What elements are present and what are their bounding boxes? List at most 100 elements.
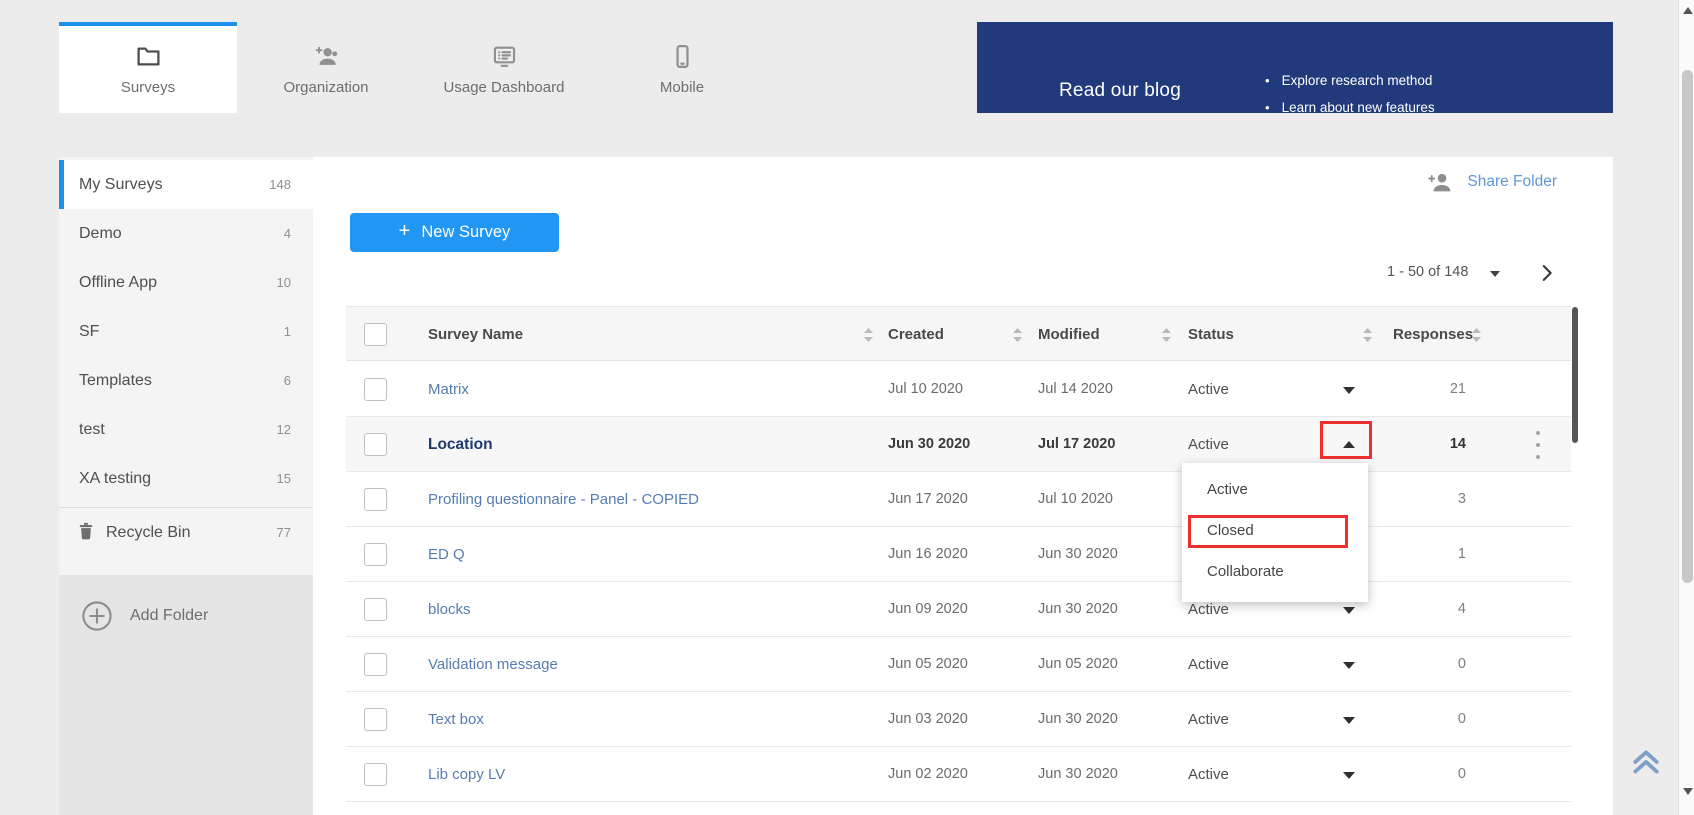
folder-count: 6 bbox=[284, 356, 291, 405]
survey-name-link[interactable]: Location bbox=[428, 417, 493, 472]
table-header-row: Survey Name Created Modified Status Resp… bbox=[346, 306, 1571, 361]
survey-name-link[interactable]: Lib copy LV bbox=[428, 747, 505, 802]
scroll-to-top-button[interactable] bbox=[1628, 740, 1664, 776]
add-folder-button[interactable]: Add Folder bbox=[59, 587, 313, 645]
sidebar-item-test[interactable]: test12 bbox=[59, 405, 313, 454]
row-checkbox[interactable] bbox=[364, 653, 387, 676]
page-scrollbar-thumb[interactable] bbox=[1682, 70, 1693, 583]
table-row-validation-message: Validation messageJun 05 2020Jun 05 2020… bbox=[346, 637, 1571, 692]
sidebar-item-xa-testing[interactable]: XA testing 15 bbox=[59, 454, 313, 503]
tab-usage-dashboard[interactable]: Usage Dashboard bbox=[415, 22, 593, 113]
recycle-bin-count: 77 bbox=[277, 509, 291, 556]
modified-date: Jul 14 2020 bbox=[1038, 362, 1113, 417]
created-date: Jun 17 2020 bbox=[888, 472, 968, 527]
folder-label: SF bbox=[79, 307, 99, 356]
survey-name-link[interactable]: ED Q bbox=[428, 527, 465, 582]
scrollbar-down-arrow-icon[interactable] bbox=[1683, 788, 1693, 795]
folder-count: 15 bbox=[277, 454, 291, 503]
status-value: Active bbox=[1188, 747, 1229, 802]
page-scrollbar[interactable] bbox=[1678, 0, 1694, 815]
sidebar-item-demo[interactable]: Demo 4 bbox=[59, 209, 313, 258]
table-row-lib-copy-lv: Lib copy LVJun 02 2020Jun 30 2020Active0 bbox=[346, 747, 1571, 802]
sort-icon[interactable] bbox=[1162, 328, 1171, 342]
row-checkbox[interactable] bbox=[364, 488, 387, 511]
tab-label: Surveys bbox=[121, 79, 175, 96]
sidebar-folder-list: My Surveys 148 Demo 4Offline App10SF 1Templa… bbox=[59, 160, 313, 503]
folder-label: My Surveys bbox=[79, 160, 163, 209]
survey-name-link[interactable]: Matrix bbox=[428, 362, 469, 417]
folder-count: 148 bbox=[269, 160, 291, 209]
sidebar-item-sf[interactable]: SF 1 bbox=[59, 307, 313, 356]
survey-name-link[interactable]: blocks bbox=[428, 582, 471, 637]
folder-label: XA testing bbox=[79, 454, 151, 503]
banner-bullet: Explore research method bbox=[1265, 67, 1435, 94]
row-checkbox[interactable] bbox=[364, 708, 387, 731]
responses-count: 0 bbox=[1346, 747, 1466, 802]
row-checkbox[interactable] bbox=[364, 378, 387, 401]
table-row-profiling-questionnaire-panel-copied: Profiling questionnaire - Panel - COPIED… bbox=[346, 472, 1571, 527]
blog-banner[interactable]: Read our blog Explore research method Le… bbox=[977, 22, 1613, 113]
share-folder-button[interactable]: Share Folder bbox=[1427, 171, 1557, 193]
survey-name-link[interactable]: Validation message bbox=[428, 637, 558, 692]
sort-icon[interactable] bbox=[1363, 328, 1372, 342]
table-row-ed-q: ED QJun 16 2020Jun 30 20201 bbox=[346, 527, 1571, 582]
annotation-box-status-caret bbox=[1320, 421, 1372, 459]
survey-dashboard-page: Surveys OrganizationUsage DashboardMobile… bbox=[0, 0, 1694, 815]
row-checkbox[interactable] bbox=[364, 543, 387, 566]
created-date: Jun 09 2020 bbox=[888, 582, 968, 637]
survey-name-link[interactable]: Profiling questionnaire - Panel - COPIED bbox=[428, 472, 699, 527]
new-survey-label: New Survey bbox=[421, 223, 510, 242]
survey-name-link[interactable]: Text box bbox=[428, 692, 484, 747]
row-checkbox[interactable] bbox=[364, 598, 387, 621]
table-row-location: LocationJun 30 2020Jul 17 2020Active14 bbox=[346, 417, 1571, 472]
mobile-icon bbox=[669, 43, 696, 70]
trash-icon bbox=[76, 521, 96, 543]
status-value: Active bbox=[1188, 692, 1229, 747]
created-date: Jun 16 2020 bbox=[888, 527, 968, 582]
table-scrollbar[interactable] bbox=[1572, 307, 1578, 443]
next-page-button[interactable] bbox=[1536, 262, 1558, 284]
sort-icon[interactable] bbox=[1013, 328, 1022, 342]
organization-icon bbox=[313, 43, 340, 70]
responses-count: 0 bbox=[1346, 637, 1466, 692]
pagination-caret-icon[interactable] bbox=[1490, 271, 1500, 277]
table-row-text-box: Text boxJun 03 2020Jun 30 2020Active0 bbox=[346, 692, 1571, 747]
sort-icon[interactable] bbox=[1472, 328, 1481, 342]
created-date: Jun 03 2020 bbox=[888, 692, 968, 747]
created-date: Jun 30 2020 bbox=[888, 417, 970, 472]
pagination-range[interactable]: 1 - 50 of 148 bbox=[1387, 264, 1468, 280]
row-checkbox[interactable] bbox=[364, 763, 387, 786]
sidebar-item-recycle-bin[interactable]: Recycle Bin 77 bbox=[59, 509, 313, 556]
folder-label: test bbox=[79, 405, 105, 454]
row-checkbox[interactable] bbox=[364, 433, 387, 456]
tab-surveys[interactable]: Surveys bbox=[59, 22, 237, 113]
column-header-responses[interactable]: Responses bbox=[1393, 307, 1473, 362]
dropdown-option-active[interactable]: Active bbox=[1182, 475, 1368, 505]
scrollbar-up-arrow-icon[interactable] bbox=[1683, 7, 1693, 14]
sidebar-item-offline-app[interactable]: Offline App10 bbox=[59, 258, 313, 307]
folder-count: 1 bbox=[284, 307, 291, 356]
top-tabs: Surveys OrganizationUsage DashboardMobile bbox=[59, 22, 977, 113]
tab-organization[interactable]: Organization bbox=[237, 22, 415, 113]
recycle-bin-label: Recycle Bin bbox=[106, 509, 190, 556]
sidebar-item-my-surveys[interactable]: My Surveys 148 bbox=[59, 160, 313, 209]
dropdown-option-collaborate[interactable]: Collaborate bbox=[1182, 557, 1368, 587]
status-value: Active bbox=[1188, 637, 1229, 692]
new-survey-button[interactable]: + New Survey bbox=[350, 213, 559, 252]
tab-mobile[interactable]: Mobile bbox=[593, 22, 771, 113]
folder-label: Demo bbox=[79, 209, 122, 258]
modified-date: Jun 05 2020 bbox=[1038, 637, 1118, 692]
row-menu-kebab-icon[interactable] bbox=[1532, 431, 1544, 459]
plus-circle-icon bbox=[81, 600, 113, 632]
responses-count: 0 bbox=[1346, 692, 1466, 747]
folder-count: 4 bbox=[284, 209, 291, 258]
sidebar-item-templates[interactable]: Templates6 bbox=[59, 356, 313, 405]
select-all-checkbox[interactable] bbox=[364, 323, 387, 346]
sort-icon[interactable] bbox=[864, 328, 873, 342]
column-header-status[interactable]: Status bbox=[1188, 307, 1234, 362]
status-value: Active bbox=[1188, 362, 1229, 417]
column-header-created[interactable]: Created bbox=[888, 307, 944, 362]
column-header-modified[interactable]: Modified bbox=[1038, 307, 1100, 362]
main-panel: My Surveys 148 Demo 4Offline App10SF 1Templa… bbox=[59, 157, 1613, 815]
column-header-survey-name[interactable]: Survey Name bbox=[428, 307, 523, 362]
